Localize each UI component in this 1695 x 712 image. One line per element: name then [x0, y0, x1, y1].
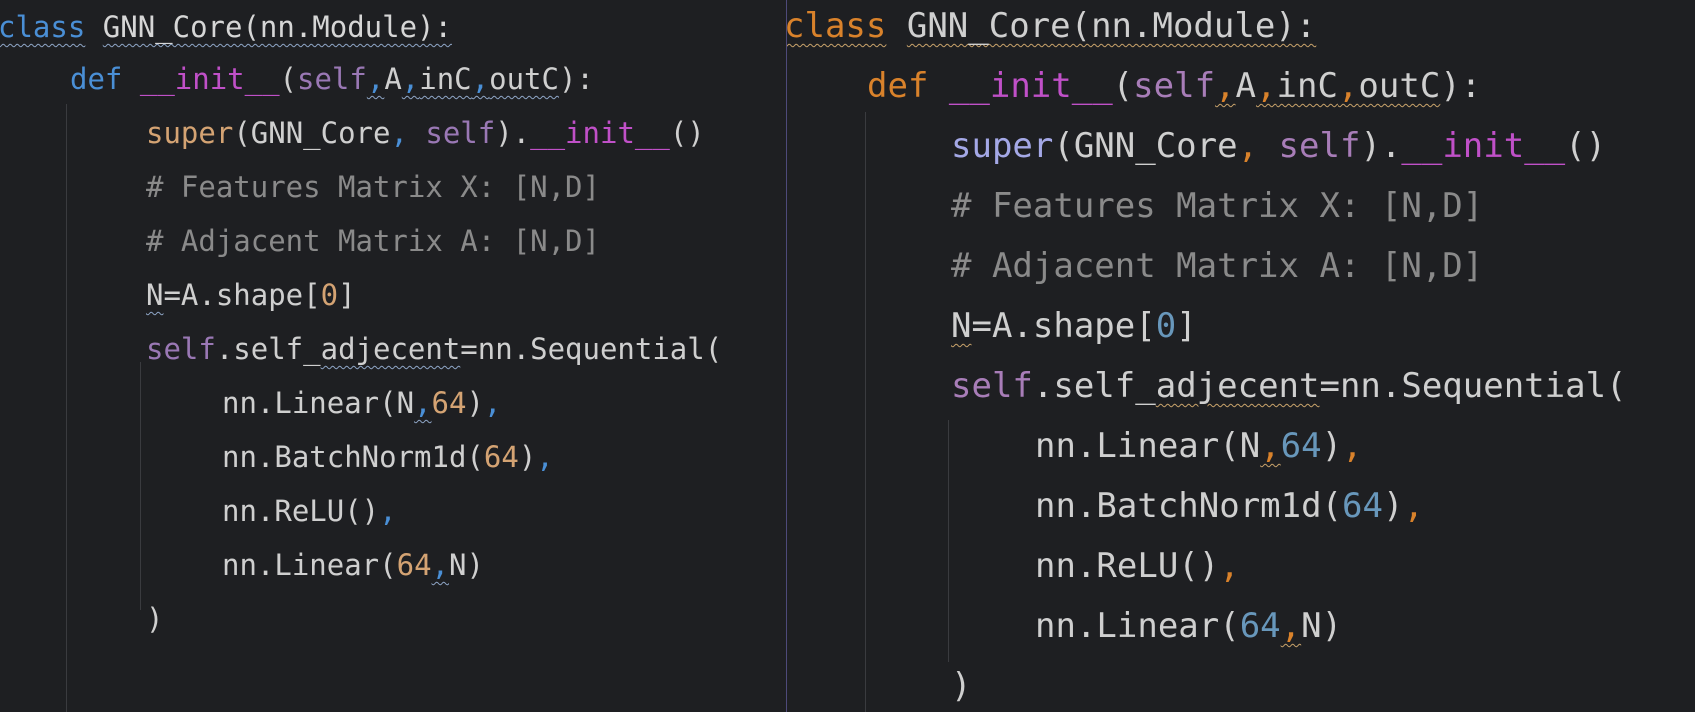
code-line[interactable]: def __init__(self,A,inC,outC):: [70, 62, 594, 96]
code-line[interactable]: nn.ReLU(),: [1035, 546, 1240, 586]
indent-guide: [865, 112, 866, 712]
editor-split-view: class GNN_Core(nn.Module): def __init__(…: [0, 0, 1695, 712]
code-comment[interactable]: # Features Matrix X: [N,D]: [951, 186, 1483, 226]
code-line[interactable]: N=A.shape[0]: [951, 306, 1197, 346]
code-line[interactable]: ): [951, 666, 971, 706]
code-line[interactable]: nn.ReLU(),: [222, 494, 397, 528]
code-comment[interactable]: # Features Matrix X: [N,D]: [146, 170, 600, 204]
code-line[interactable]: super(GNN_Core, self).__init__(): [146, 116, 705, 150]
code-line[interactable]: nn.BatchNorm1d(64),: [222, 440, 554, 474]
code-line[interactable]: class GNN_Core(nn.Module):: [0, 10, 452, 44]
code-line[interactable]: N=A.shape[0]: [146, 278, 356, 312]
code-line[interactable]: super(GNN_Core, self).__init__(): [951, 126, 1606, 166]
code-line[interactable]: def __init__(self,A,inC,outC):: [867, 66, 1481, 106]
code-line[interactable]: ): [146, 602, 163, 636]
code-line[interactable]: nn.Linear(64,N): [222, 548, 484, 582]
code-line[interactable]: self.self_adjecent=nn.Sequential(: [951, 366, 1627, 406]
editor-pane-left[interactable]: class GNN_Core(nn.Module): def __init__(…: [0, 0, 786, 712]
code-line[interactable]: nn.BatchNorm1d(64),: [1035, 486, 1424, 526]
indent-guide: [140, 362, 141, 610]
indent-guide: [948, 420, 949, 662]
code-comment[interactable]: # Adjacent Matrix A: [N,D]: [951, 246, 1483, 286]
code-line[interactable]: nn.Linear(64,N): [1035, 606, 1342, 646]
code-line[interactable]: nn.Linear(N,64),: [1035, 426, 1363, 466]
code-line[interactable]: nn.Linear(N,64),: [222, 386, 501, 420]
code-comment[interactable]: # Adjacent Matrix A: [N,D]: [146, 224, 600, 258]
editor-pane-right[interactable]: class GNN_Core(nn.Module): def __init__(…: [787, 0, 1695, 712]
indent-guide: [66, 104, 67, 712]
code-line[interactable]: class GNN_Core(nn.Module):: [787, 6, 1316, 46]
code-line[interactable]: self.self_adjecent=nn.Sequential(: [146, 332, 722, 366]
